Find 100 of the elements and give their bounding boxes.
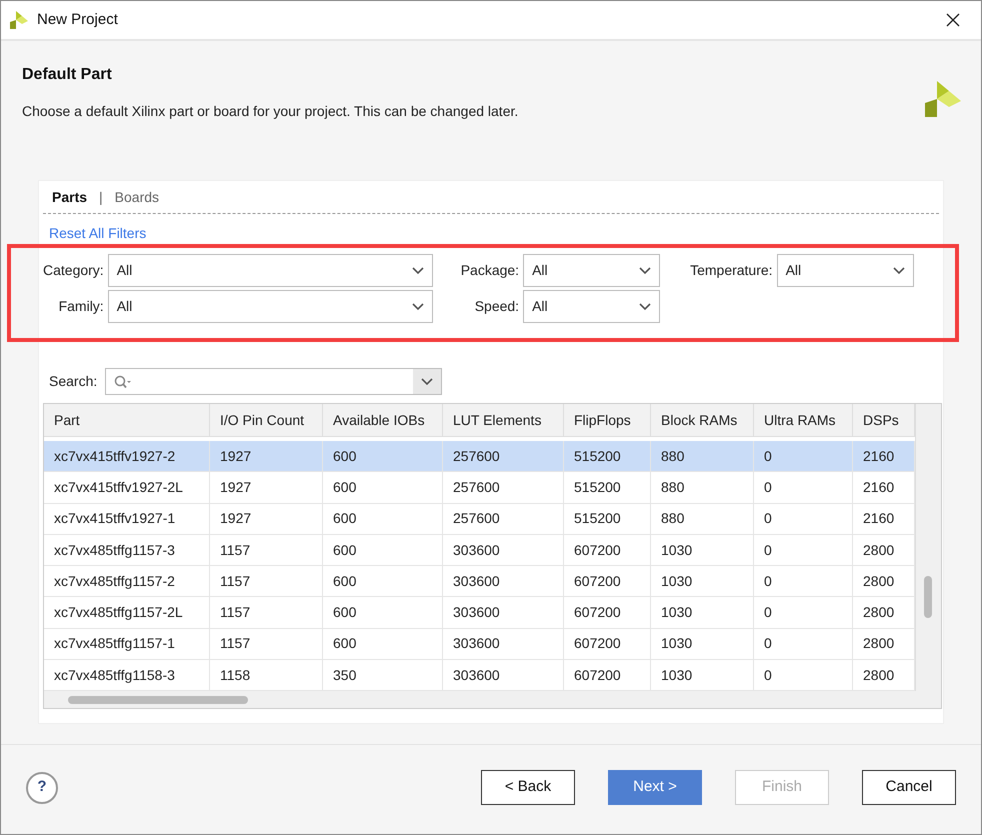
chevron-down-icon [412, 302, 424, 310]
chevron-down-icon [639, 302, 652, 310]
table-cell: 1157 [210, 534, 323, 566]
table-cell: 350 [323, 660, 443, 690]
dialog-button[interactable]: < Back [481, 770, 575, 805]
table-cell: 1158 [210, 660, 323, 690]
tab-separator: | [99, 188, 103, 207]
table-cell: 1927 [210, 504, 323, 534]
table-cell: 607200 [564, 660, 651, 690]
table-cell: 607200 [564, 534, 651, 566]
table-cell: 607200 [564, 597, 651, 628]
vertical-scrollbar[interactable] [915, 404, 941, 692]
reset-filters-link[interactable]: Reset All Filters [49, 226, 146, 240]
window-title: New Project [37, 10, 118, 30]
table-cell: 880 [651, 504, 754, 534]
tab[interactable]: Parts [52, 186, 88, 208]
table-cell: 1157 [210, 566, 323, 596]
table-cell: 0 [754, 597, 853, 628]
chevron-down-icon [892, 266, 905, 274]
table-cell: 515200 [564, 441, 651, 472]
dialog-button[interactable]: Next > [608, 770, 702, 805]
table-cell: xc7vx485tffg1157-3 [44, 534, 210, 566]
table-cell: 257600 [443, 504, 564, 534]
table-cell: 0 [754, 566, 853, 596]
filter-dropdown[interactable]: All [776, 254, 914, 287]
column-header[interactable]: I/O Pin Count [210, 404, 323, 436]
table-cell: 0 [754, 441, 853, 472]
column-header[interactable]: Part [44, 404, 210, 436]
table-cell: 0 [754, 534, 853, 566]
chevron-down-icon [421, 378, 434, 386]
table-row[interactable]: xc7vx415tffv1927-2 1927 600 257600 515200 880 0 2160 [44, 441, 915, 472]
table-row[interactable]: xc7vx485tffg1157-2 1157 600 303600 607200 1030 0 2800 [44, 566, 915, 598]
table-cell: 303600 [443, 566, 564, 596]
table-row[interactable]: xc7vx485tffg1157-1 1157 600 303600 607200 1030 0 2800 [44, 628, 915, 660]
table-cell: 1030 [651, 566, 754, 596]
brand-logo [923, 79, 963, 119]
column-header[interactable]: LUT Elements [443, 404, 564, 436]
table-row[interactable]: xc7vx415tffv1927-1 1927 600 257600 515200 880 0 2160 [44, 504, 915, 535]
search-history-button[interactable] [413, 369, 442, 394]
help-button[interactable]: ? [26, 772, 58, 804]
page-title: Default Part [22, 65, 113, 85]
column-header[interactable]: FlipFlops [564, 404, 651, 436]
table-row[interactable]: xc7vx485tffg1157-2L 1157 600 303600 607200 1030 0 2800 [44, 597, 915, 629]
filter-dropdown[interactable]: All [108, 290, 433, 323]
table-cell: xc7vx485tffg1157-2 [44, 566, 210, 596]
table-cell: 303600 [443, 660, 564, 690]
filter-label: Family: [58, 297, 104, 316]
filter-dropdown[interactable]: All [108, 254, 433, 287]
column-header[interactable]: Available IOBs [323, 404, 443, 436]
table-cell: 600 [323, 628, 443, 660]
table-cell: 607200 [564, 566, 651, 596]
table-cell: 600 [323, 566, 443, 596]
table-cell: 1030 [651, 628, 754, 660]
table-cell: 600 [323, 534, 443, 566]
search-field[interactable] [105, 368, 442, 395]
chevron-down-icon [639, 266, 652, 274]
table-cell: 303600 [443, 597, 564, 628]
table-cell: xc7vx485tffg1157-2L [44, 597, 210, 628]
filter-label: Temperature: [690, 261, 773, 280]
filter-label: Category: [43, 261, 104, 280]
table-cell: 1030 [651, 660, 754, 690]
table-cell: 303600 [443, 628, 564, 660]
table-cell: 1030 [651, 597, 754, 628]
filter-dropdown[interactable]: All [523, 290, 660, 323]
table-cell: xc7vx415tffv1927-1 [44, 504, 210, 534]
filter-label: Package: [460, 261, 520, 280]
filter-dropdown[interactable]: All [523, 254, 660, 287]
table-cell: 600 [323, 441, 443, 472]
table-cell: xc7vx485tffg1158-3 [44, 660, 210, 690]
column-header[interactable]: Block RAMs [651, 404, 754, 436]
search-icon [114, 374, 132, 388]
table-row[interactable]: xc7vx485tffg1158-3 1158 350 303600 607200 1030 0 2800 [44, 660, 915, 692]
table-cell: 0 [754, 472, 853, 503]
search-label: Search: [49, 372, 98, 391]
table-row[interactable]: xc7vx485tffg1157-3 1157 600 303600 607200 1030 0 2800 [44, 534, 915, 566]
table-cell: 1157 [210, 628, 323, 660]
table-cell: 600 [323, 472, 443, 503]
table-cell: 880 [651, 472, 754, 503]
table-cell: xc7vx485tffg1157-1 [44, 628, 210, 660]
filter-label: Speed: [474, 297, 520, 316]
table-cell: 257600 [443, 472, 564, 503]
app-logo [9, 10, 29, 30]
table-cell: 0 [754, 504, 853, 534]
table-cell: 600 [323, 597, 443, 628]
column-header[interactable]: Ultra RAMs [754, 404, 853, 436]
dialog-button[interactable]: Cancel [862, 770, 956, 805]
tab[interactable]: Boards [114, 186, 160, 208]
table-cell: 1030 [651, 534, 754, 566]
table-row[interactable]: xc7vx415tffv1927-2L 1927 600 257600 515200 880 0 2160 [44, 472, 915, 504]
table-cell: 0 [754, 628, 853, 660]
horizontal-scrollbar[interactable] [44, 691, 941, 708]
table-cell: 515200 [564, 472, 651, 503]
table-cell: 303600 [443, 534, 564, 566]
table-cell: 1927 [210, 441, 323, 472]
table-cell: 880 [651, 441, 754, 472]
table-cell: 515200 [564, 504, 651, 534]
table-cell: 600 [323, 504, 443, 534]
table-cell: xc7vx415tffv1927-2L [44, 472, 210, 503]
table-cell: 1927 [210, 472, 323, 503]
table-cell: 257600 [443, 441, 564, 472]
